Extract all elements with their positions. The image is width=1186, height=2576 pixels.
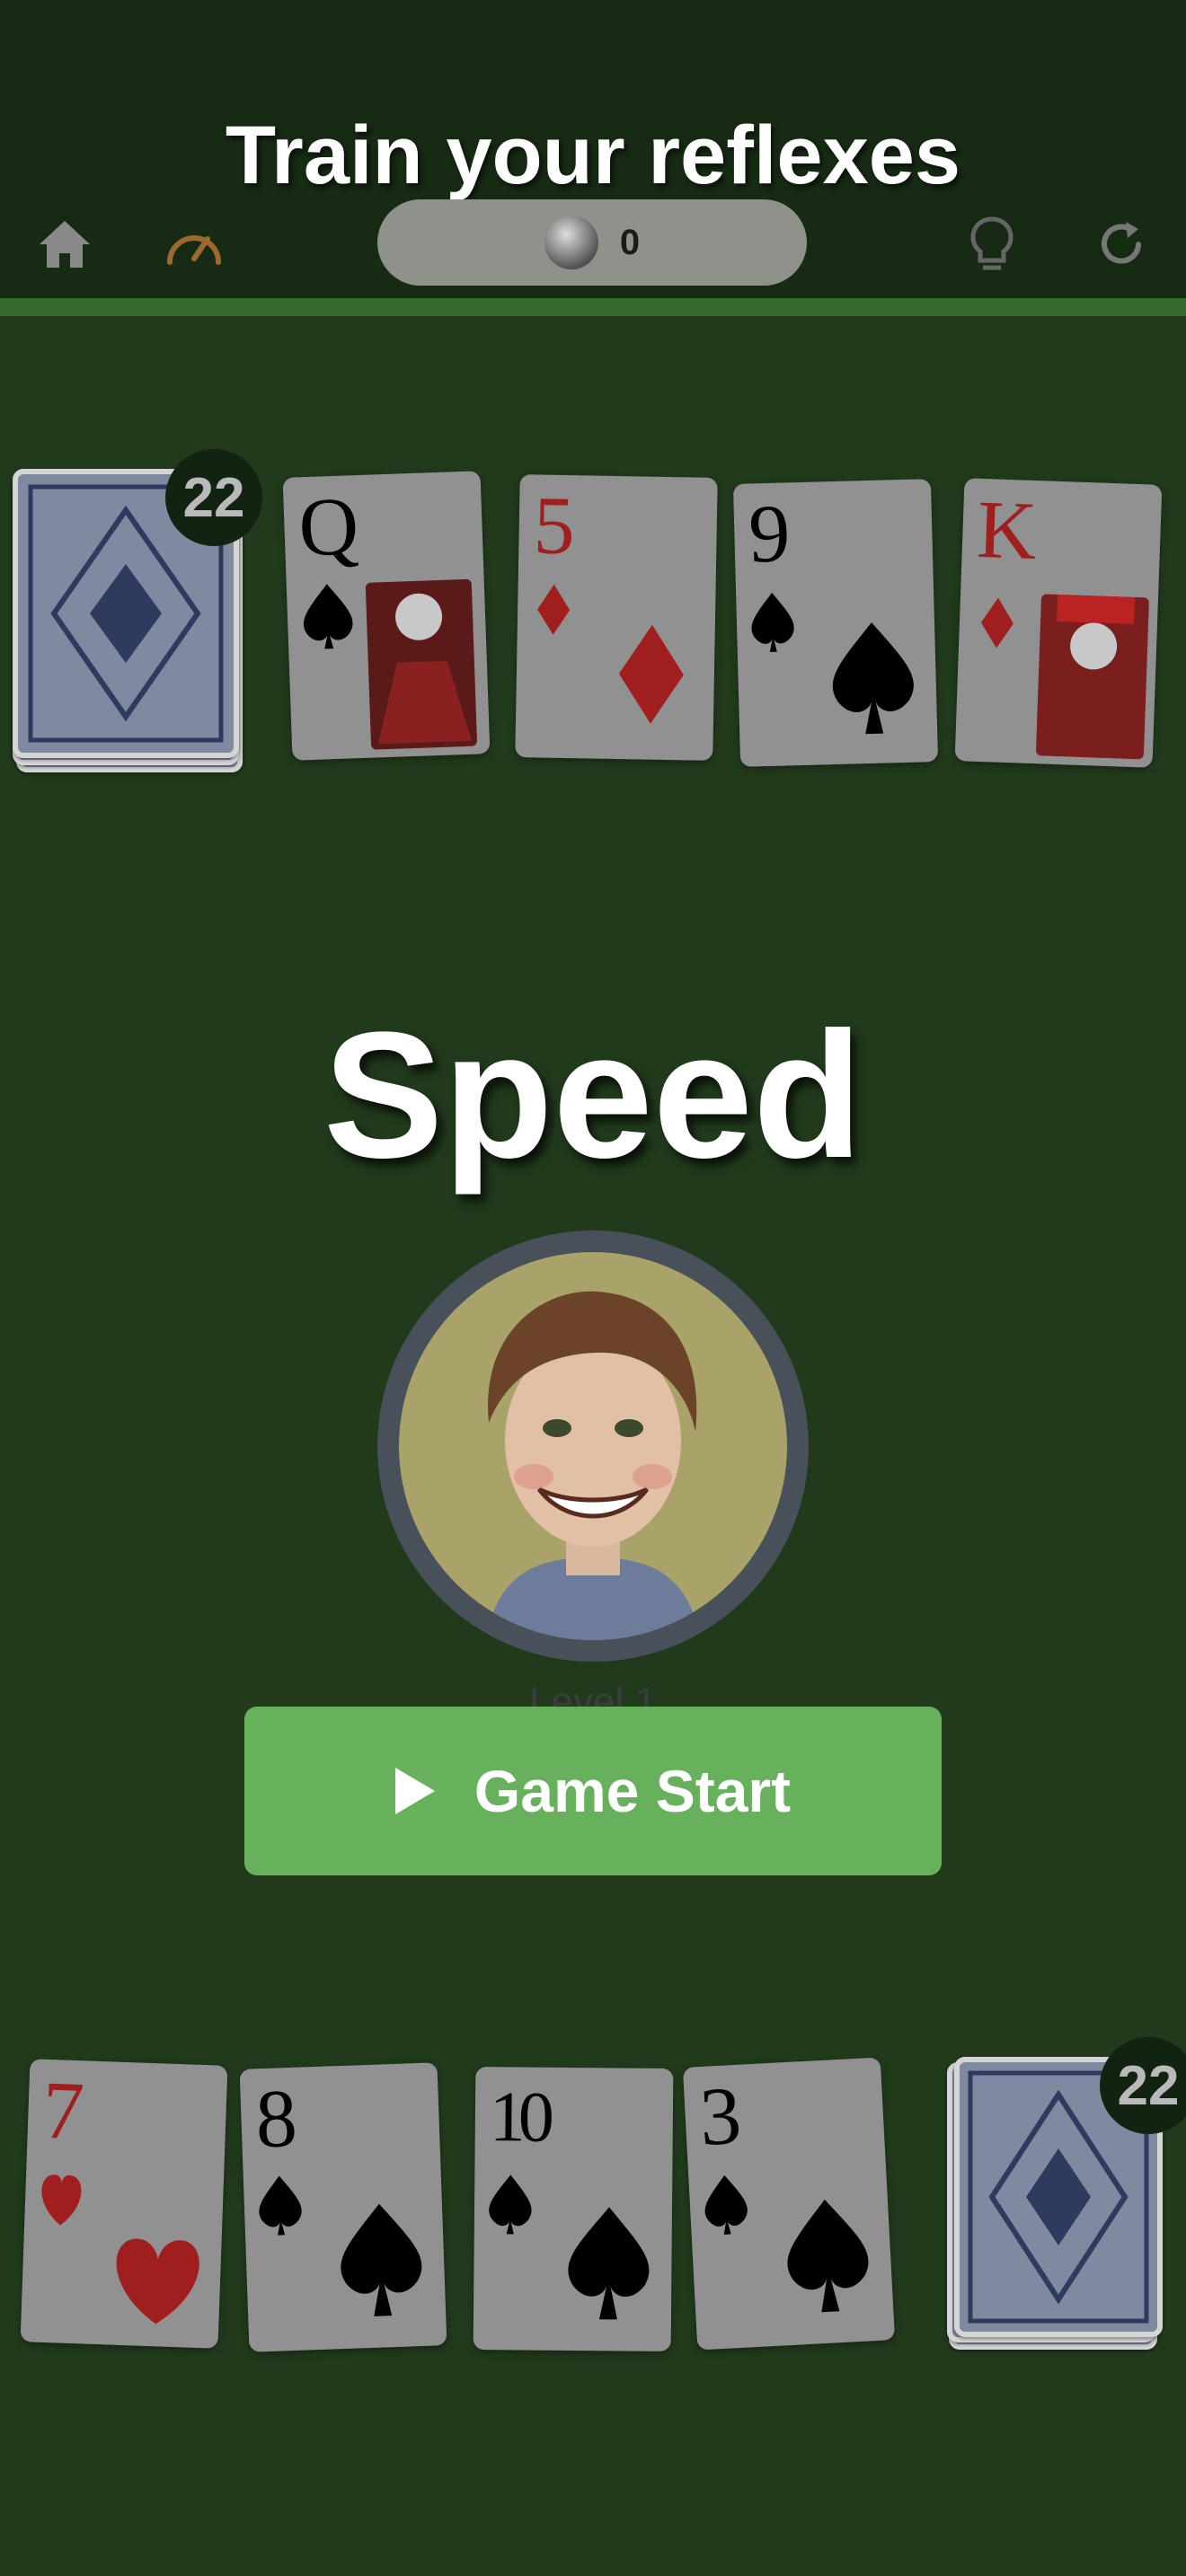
coin-icon (544, 216, 598, 269)
speedometer-icon (167, 235, 221, 265)
speed-mode-button[interactable] (162, 212, 226, 277)
spade-icon (489, 2175, 532, 2235)
diamond-icon (537, 584, 571, 635)
play-icon (394, 1768, 435, 1814)
lightbulb-icon (970, 216, 1013, 270)
home-button[interactable] (32, 212, 97, 277)
spade-icon (787, 2199, 869, 2313)
hint-button[interactable] (960, 212, 1024, 277)
spade-icon (704, 2175, 748, 2235)
opponent-card-nine-spades[interactable]: 9 (732, 479, 939, 767)
opponent-avatar (399, 1252, 787, 1640)
coin-count: 0 (619, 222, 641, 262)
spade-icon (341, 2203, 422, 2316)
spade-icon (832, 622, 914, 735)
page-title: Train your reflexes (225, 110, 961, 201)
game-start-label: Game Start (474, 1758, 792, 1824)
player-card-three-spades[interactable]: 3 (682, 2057, 896, 2351)
spade-icon (751, 592, 794, 652)
player-card-eight-spades[interactable]: 8 (239, 2062, 447, 2352)
game-title: Speed (323, 995, 863, 1195)
opponent-card-five-diamonds[interactable]: 5 (515, 474, 718, 761)
diamond-icon (980, 597, 1013, 648)
progress-bar (0, 298, 1186, 316)
home-icon (40, 221, 90, 268)
opponent-card-king-diamonds[interactable]: K (954, 478, 1163, 768)
spade-icon (304, 584, 353, 649)
coin-counter: 0 (377, 199, 807, 286)
player-card-seven-hearts[interactable]: 7 (20, 2059, 228, 2349)
spade-icon (568, 2207, 650, 2320)
opponent-card-queen-spades[interactable]: Q (282, 471, 491, 761)
refresh-icon (1102, 222, 1141, 264)
heart-icon (116, 2238, 199, 2325)
heart-icon (41, 2175, 82, 2226)
opponent-deck-count: 22 (165, 449, 262, 546)
restart-button[interactable] (1089, 212, 1154, 277)
spade-icon (259, 2175, 302, 2236)
avatar-illustration (485, 1291, 701, 1640)
game-start-button[interactable]: Game Start (244, 1707, 942, 1875)
player-card-ten-spades[interactable]: 10 (473, 2067, 674, 2351)
diamond-icon (618, 624, 684, 724)
